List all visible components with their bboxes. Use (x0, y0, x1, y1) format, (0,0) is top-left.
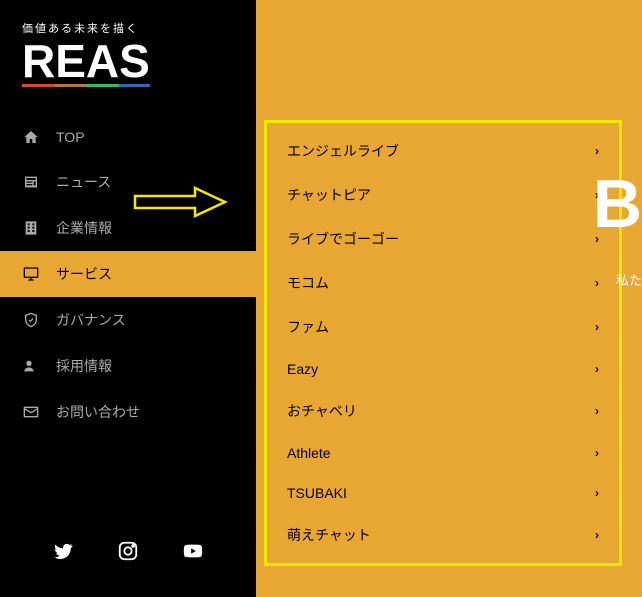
nav-item-top[interactable]: TOP (0, 115, 256, 159)
nav-label: TOP (56, 129, 85, 145)
submenu-label: 萌えチャット (287, 525, 371, 545)
chevron-right-icon: › (595, 144, 599, 158)
submenu-item-mocom[interactable]: モコム › (267, 261, 619, 305)
submenu-item-tsubaki[interactable]: TSUBAKI › (267, 473, 619, 513)
nav-label: ニュース (56, 172, 111, 192)
submenu-label: TSUBAKI (287, 485, 347, 501)
submenu-item-livegogo[interactable]: ライブでゴーゴー › (267, 217, 619, 261)
submenu-label: モコム (287, 273, 329, 293)
chevron-right-icon: › (595, 528, 599, 542)
nav-label: 採用情報 (56, 356, 112, 376)
submenu-label: おチャベリ (287, 401, 357, 421)
nav-item-company[interactable]: 企業情報 (0, 205, 256, 251)
submenu-label: ファム (287, 317, 329, 337)
logo-letter-a: A (86, 38, 119, 87)
chevron-right-icon: › (595, 320, 599, 334)
submenu-label: エンジェルライブ (287, 141, 399, 161)
chevron-right-icon: › (595, 276, 599, 290)
logo-letter-e: E (55, 38, 86, 87)
instagram-icon[interactable] (117, 540, 139, 567)
submenu-item-famu[interactable]: ファム › (267, 305, 619, 349)
person-plus-icon (22, 357, 40, 375)
submenu-item-athlete[interactable]: Athlete › (267, 433, 619, 473)
nav-label: お問い合わせ (56, 402, 140, 422)
tagline: 価値ある未来を描く (22, 20, 234, 36)
nav-item-recruit[interactable]: 採用情報 (0, 343, 256, 389)
home-icon (22, 128, 40, 146)
logo-area: 価値ある未来を描く R E A S (0, 0, 256, 115)
nav-label: サービス (56, 264, 112, 284)
nav-item-contact[interactable]: お問い合わせ (0, 389, 256, 435)
submenu-item-eazy[interactable]: Eazy › (267, 349, 619, 389)
submenu-label: Eazy (287, 361, 318, 377)
submenu-label: チャットピア (287, 185, 371, 205)
submenu-label: ライブでゴーゴー (287, 229, 399, 249)
mail-icon (22, 403, 40, 421)
nav-label: 企業情報 (56, 218, 112, 238)
submenu-item-ochaberi[interactable]: おチャベリ › (267, 389, 619, 433)
chevron-right-icon: › (595, 486, 599, 500)
page-subtext-fragment: 私た (616, 270, 642, 289)
building-icon (22, 219, 40, 237)
news-icon (22, 173, 40, 191)
nav-item-news[interactable]: ニュース (0, 159, 256, 205)
chevron-right-icon: › (595, 404, 599, 418)
submenu-item-moechat[interactable]: 萌えチャット › (267, 513, 619, 557)
chevron-right-icon: › (595, 362, 599, 376)
nav-menu: TOP ニュース 企業情報 サービス ガバナンス (0, 115, 256, 530)
logo-letter-r: R (22, 38, 55, 87)
monitor-icon (22, 265, 40, 283)
nav-label: ガバナンス (56, 310, 126, 330)
youtube-icon[interactable] (182, 540, 204, 567)
logo[interactable]: R E A S (22, 38, 234, 87)
page-title-fragment: B (593, 165, 642, 243)
twitter-icon[interactable] (52, 540, 74, 567)
submenu-panel: エンジェルライブ › チャットピア › ライブでゴーゴー › モコム › ファム… (264, 120, 622, 566)
sidebar: 価値ある未来を描く R E A S TOP ニュース 企業情報 (0, 0, 256, 597)
social-row (0, 530, 256, 597)
submenu-label: Athlete (287, 445, 331, 461)
nav-item-service[interactable]: サービス (0, 251, 256, 297)
submenu-item-angellive[interactable]: エンジェルライブ › (267, 129, 619, 173)
nav-item-governance[interactable]: ガバナンス (0, 297, 256, 343)
logo-letter-s: S (119, 38, 150, 87)
chevron-right-icon: › (595, 446, 599, 460)
submenu-item-chatpia[interactable]: チャットピア › (267, 173, 619, 217)
shield-icon (22, 311, 40, 329)
